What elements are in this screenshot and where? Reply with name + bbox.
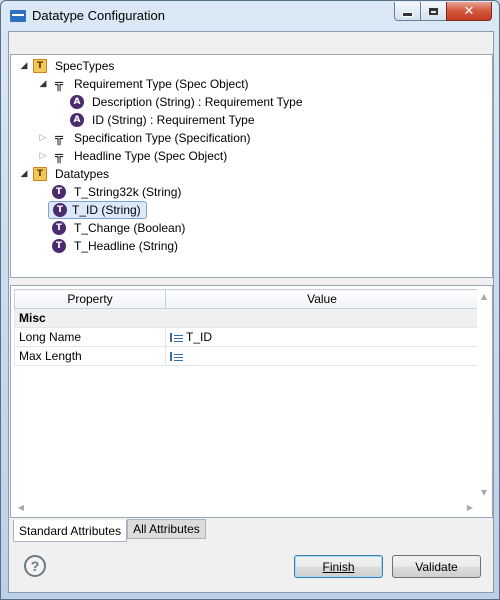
tree-node-specification-type[interactable]: ▷ ╦ Specification Type (Specification) (38, 129, 254, 147)
close-button[interactable]: ✕ (446, 2, 492, 21)
tree-node-t-id[interactable]: T T_ID (String) (48, 201, 147, 219)
table-row[interactable]: Max Length (14, 346, 479, 366)
help-button[interactable]: ? (24, 555, 46, 577)
close-icon: ✕ (463, 3, 475, 19)
expand-toggle-icon[interactable]: ▷ (38, 133, 48, 143)
tree-node-description-attribute[interactable]: A Description (String) : Requirement Typ… (66, 93, 306, 111)
datatype-icon: T (52, 221, 66, 235)
maximize-button[interactable] (420, 2, 447, 21)
tree-node-headline-type[interactable]: ▷ ╦ Headline Type (Spec Object) (38, 147, 230, 165)
attribute-icon: A (70, 95, 84, 109)
dialog-content: ◢ T SpecTypes ◢ ╦ Requirement Type (Spec… (8, 31, 494, 593)
datatype-icon: T (52, 185, 66, 199)
expand-toggle-icon[interactable]: ▷ (38, 151, 48, 161)
properties-table: Property Value Misc Long Name T_ID Max L… (14, 289, 479, 366)
tree-node-requirement-type[interactable]: ◢ ╦ Requirement Type (Spec Object) (38, 75, 252, 93)
property-name: Max Length (14, 346, 166, 366)
attribute-tabs: Standard Attributes All Attributes (13, 519, 206, 542)
spec-type-icon: ╦ (55, 148, 63, 164)
dialog-window: Datatype Configuration ✕ ◢ T SpecTypes ◢… (0, 0, 500, 600)
tab-standard-attributes[interactable]: Standard Attributes (13, 520, 128, 542)
window-title: Datatype Configuration (32, 8, 165, 23)
text-property-icon (170, 351, 183, 361)
type-tree[interactable]: ◢ T SpecTypes ◢ ╦ Requirement Type (Spec… (10, 54, 493, 278)
folder-icon: T (33, 59, 47, 73)
datatype-icon: T (52, 239, 66, 253)
validate-button-label: Validate (415, 559, 458, 574)
folder-icon: T (33, 167, 47, 181)
validate-button[interactable]: Validate (392, 555, 481, 578)
tree-node-label: Description (String) : Requirement Type (92, 95, 303, 109)
column-header-value[interactable]: Value (165, 289, 479, 309)
tree-node-label: T_String32k (String) (74, 185, 182, 199)
finish-button-label: Finish (322, 559, 355, 574)
title-bar[interactable]: Datatype Configuration ✕ (1, 1, 499, 31)
tree-node-t-string32k[interactable]: T T_String32k (String) (48, 183, 184, 201)
message-area (9, 32, 493, 54)
app-icon (10, 10, 26, 22)
tree-node-label: T_Headline (String) (74, 239, 179, 253)
scroll-left-icon[interactable]: ◀ (14, 500, 28, 514)
tree-node-label: SpecTypes (55, 59, 115, 73)
spec-type-icon: ╦ (55, 76, 63, 92)
tree-node-t-headline[interactable]: T T_Headline (String) (48, 237, 181, 255)
selection-highlight: T T_ID (String) (48, 201, 147, 219)
tree-node-datatypes[interactable]: ◢ T Datatypes (19, 165, 112, 183)
property-group-label: Misc (14, 308, 479, 328)
expand-toggle-icon[interactable]: ◢ (19, 169, 29, 179)
tree-node-label: Datatypes (55, 167, 110, 181)
panel-splitter[interactable] (10, 278, 493, 285)
tree-node-label: Headline Type (Spec Object) (74, 149, 228, 163)
horizontal-scrollbar[interactable]: ◀ ▶ (14, 500, 477, 514)
column-header-property[interactable]: Property (14, 289, 166, 309)
attribute-icon: A (70, 113, 84, 127)
property-name: Long Name (14, 327, 166, 347)
tree-node-label: Specification Type (Specification) (74, 131, 251, 145)
property-group-row[interactable]: Misc (14, 308, 479, 328)
tree-node-label: ID (String) : Requirement Type (92, 113, 255, 127)
tab-all-attributes[interactable]: All Attributes (127, 519, 206, 539)
maximize-icon (429, 7, 438, 15)
expand-toggle-icon[interactable]: ◢ (38, 79, 48, 89)
scroll-up-icon[interactable]: ▲ (477, 289, 491, 303)
tree-node-label: Requirement Type (Spec Object) (74, 77, 249, 91)
tree-node-t-change[interactable]: T T_Change (Boolean) (48, 219, 188, 237)
tree-node-id-attribute[interactable]: A ID (String) : Requirement Type (66, 111, 258, 129)
tree-node-label: T_Change (Boolean) (74, 221, 186, 235)
property-value-cell[interactable]: T_ID (165, 327, 479, 347)
finish-button[interactable]: Finish (294, 555, 383, 578)
table-row[interactable]: Long Name T_ID (14, 327, 479, 347)
minimize-icon (402, 12, 413, 17)
scroll-right-icon[interactable]: ▶ (463, 500, 477, 514)
scroll-down-icon[interactable]: ▼ (477, 485, 491, 499)
vertical-scrollbar[interactable]: ▲ ▼ (477, 289, 491, 499)
property-value-cell[interactable] (165, 346, 479, 366)
properties-panel: Property Value Misc Long Name T_ID Max L… (10, 285, 493, 518)
property-value: T_ID (186, 330, 213, 344)
tree-node-spectypes[interactable]: ◢ T SpecTypes (19, 57, 117, 75)
minimize-button[interactable] (394, 2, 421, 21)
expand-toggle-icon[interactable]: ◢ (19, 61, 29, 71)
spec-type-icon: ╦ (55, 130, 63, 146)
tree-node-label: T_ID (String) (72, 203, 141, 217)
text-property-icon (170, 332, 183, 342)
datatype-icon: T (53, 203, 67, 217)
